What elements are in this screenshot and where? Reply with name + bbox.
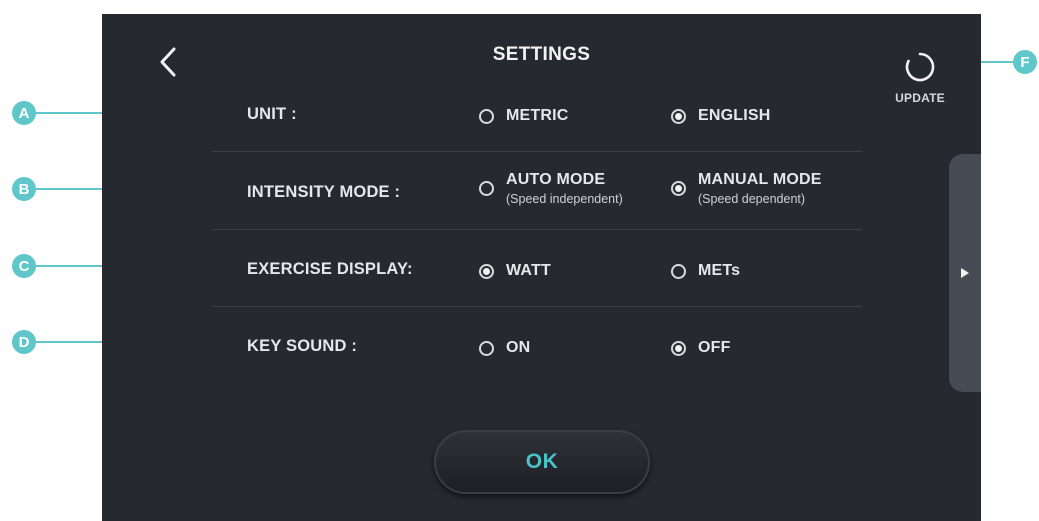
ok-label: OK bbox=[525, 450, 559, 473]
callout-badge-b: B bbox=[12, 177, 36, 201]
play-arrow-icon bbox=[961, 268, 969, 278]
radio-selected-icon bbox=[671, 181, 686, 196]
callout-badge-d: D bbox=[12, 330, 36, 354]
option-sublabel: (Speed dependent) bbox=[698, 192, 806, 206]
option-label: AUTO MODE bbox=[506, 171, 606, 188]
option-label: MANUAL MODE bbox=[698, 171, 822, 188]
radio-unselected-icon bbox=[671, 263, 686, 279]
update-button[interactable]: UPDATE bbox=[888, 50, 952, 105]
option-label: ENGLISH bbox=[698, 107, 771, 124]
radio-option-on[interactable]: ON bbox=[479, 339, 530, 357]
row-label-key-sound: KEY SOUND : bbox=[247, 337, 358, 355]
setting-row-unit: UNIT : METRIC ENGLISH bbox=[212, 74, 872, 152]
callout-badge-f: F bbox=[1013, 50, 1037, 74]
option-label: WATT bbox=[506, 262, 551, 279]
radio-unselected-icon bbox=[479, 181, 494, 196]
option-label: ON bbox=[506, 339, 531, 356]
radio-option-watt[interactable]: WATT bbox=[479, 262, 551, 280]
ok-button[interactable]: OK bbox=[434, 430, 650, 494]
setting-row-intensity-mode: INTENSITY MODE : AUTO MODE (Speed indepe… bbox=[212, 152, 872, 230]
setting-row-exercise-display: EXERCISE DISPLAY: WATT METs bbox=[212, 229, 872, 307]
option-label: METs bbox=[698, 262, 741, 279]
radio-unselected-icon bbox=[479, 340, 494, 356]
side-panel-toggle[interactable] bbox=[949, 154, 981, 392]
row-label-intensity-mode: INTENSITY MODE : bbox=[247, 183, 401, 201]
option-sublabel: (Speed independent) bbox=[506, 192, 623, 206]
radio-selected-icon bbox=[671, 340, 686, 356]
callout-badge-c: C bbox=[12, 254, 36, 278]
radio-selected-icon bbox=[671, 108, 686, 124]
option-label: METRIC bbox=[506, 107, 569, 124]
setting-row-key-sound: KEY SOUND : ON OFF bbox=[212, 306, 872, 384]
settings-screen: SETTINGS UPDATE UNIT : METRIC ENGLISH IN… bbox=[102, 14, 981, 521]
radio-option-auto-mode[interactable]: AUTO MODE (Speed independent) bbox=[479, 171, 623, 206]
radio-selected-icon bbox=[479, 263, 494, 279]
update-label: UPDATE bbox=[895, 91, 945, 105]
refresh-icon bbox=[905, 52, 935, 82]
callout-badge-a: A bbox=[12, 101, 36, 125]
radio-option-metric[interactable]: METRIC bbox=[479, 107, 569, 125]
row-label-unit: UNIT : bbox=[247, 105, 297, 123]
radio-option-off[interactable]: OFF bbox=[671, 339, 731, 357]
row-label-exercise-display: EXERCISE DISPLAY: bbox=[247, 260, 413, 278]
radio-option-mets[interactable]: METs bbox=[671, 262, 740, 280]
radio-option-manual-mode[interactable]: MANUAL MODE (Speed dependent) bbox=[671, 171, 822, 206]
radio-unselected-icon bbox=[479, 108, 494, 124]
radio-option-english[interactable]: ENGLISH bbox=[671, 107, 771, 125]
option-label: OFF bbox=[698, 339, 731, 356]
page-title: SETTINGS bbox=[492, 44, 591, 65]
